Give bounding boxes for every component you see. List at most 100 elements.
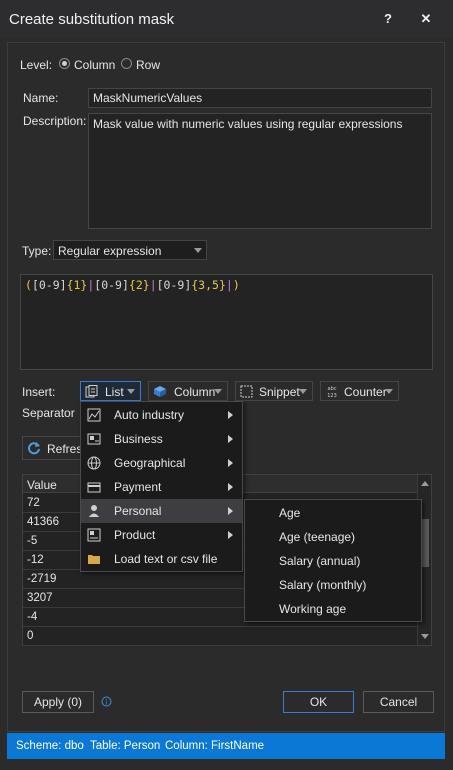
name-field[interactable]: MaskNumericValues: [88, 88, 432, 108]
description-field[interactable]: Mask value with numeric values using reg…: [88, 113, 432, 229]
help-button[interactable]: ?: [377, 9, 399, 29]
level-column-label[interactable]: Column: [74, 58, 115, 72]
chevron-right-icon: [228, 459, 233, 467]
counter-button-label: Counter: [344, 385, 387, 399]
globe-icon: [87, 456, 101, 470]
expression-token: [0-9]: [31, 278, 67, 292]
submenu-item-label: Age: [279, 506, 301, 520]
description-label: Description:: [23, 114, 87, 128]
menu-item-label: Personal: [114, 504, 162, 518]
snippet-button[interactable]: Snippet: [235, 381, 313, 401]
list-button[interactable]: List: [80, 381, 141, 401]
close-button[interactable]: ✕: [415, 9, 437, 29]
menu-item-label: Load text or csv file: [114, 552, 218, 566]
chevron-down-icon: [127, 389, 135, 394]
refresh-button[interactable]: Refresh: [22, 436, 89, 460]
apply-button[interactable]: Apply (0): [22, 691, 94, 713]
column-button-label: Column: [174, 385, 216, 399]
grid-cell-value: -5: [27, 535, 38, 547]
info-icon[interactable]: i: [101, 696, 112, 707]
grid-cell-value: 3207: [27, 592, 53, 604]
folder-icon: [88, 555, 100, 564]
refresh-icon: [28, 442, 40, 455]
submenu-item-salary-annual[interactable]: Salary (annual): [245, 549, 421, 573]
counter-button[interactable]: abc 123 Counter: [320, 381, 399, 401]
column-button[interactable]: Column: [148, 381, 228, 401]
menu-item-personal[interactable]: Personal: [81, 499, 242, 523]
submenu-item-age-teenage[interactable]: Age (teenage): [245, 525, 421, 549]
submenu-item-salary-monthly[interactable]: Salary (monthly): [245, 573, 421, 597]
menu-item-label: Product: [114, 528, 156, 542]
submenu-item-age[interactable]: Age: [245, 501, 421, 525]
level-label: Level:: [20, 58, 53, 72]
chart-icon: [87, 408, 101, 422]
grid-cell-value: -4: [27, 611, 38, 623]
expression-editor[interactable]: ([0-9]{1}|[0-9]{2}|[0-9]{3,5}|): [20, 274, 433, 370]
menu-item-load-text-or-csv-file[interactable]: Load text or csv file: [81, 547, 242, 571]
expression-token: |: [149, 278, 157, 292]
cube-icon: [154, 386, 166, 397]
type-dropdown[interactable]: Regular expression: [53, 240, 207, 260]
person-icon: [89, 505, 99, 517]
expression-token: [0-9]: [156, 278, 192, 292]
chevron-right-icon: [228, 531, 233, 539]
cancel-button[interactable]: Cancel: [363, 691, 434, 713]
menu-item-product[interactable]: Product: [81, 523, 242, 547]
expression-token: |: [225, 278, 233, 292]
separator-label: Separator: [22, 406, 75, 420]
menu-item-payment[interactable]: Payment: [81, 475, 242, 499]
submenu-item-label: Salary (monthly): [279, 578, 367, 592]
list-button-label: List: [105, 385, 124, 399]
chevron-down-icon: [214, 389, 222, 394]
snippet-button-label: Snippet: [259, 385, 300, 399]
menu-item-business[interactable]: Business: [81, 427, 242, 451]
expression-token: [0-9]: [94, 278, 129, 292]
insert-label: Insert:: [22, 385, 56, 399]
scroll-up-icon[interactable]: [421, 481, 429, 486]
type-label: Type:: [22, 244, 52, 258]
submenu-item-working-age[interactable]: Working age: [245, 597, 421, 621]
chevron-right-icon: [228, 435, 233, 443]
menu-item-label: Auto industry: [114, 408, 185, 422]
snippet-icon: [240, 385, 253, 398]
level-row-label[interactable]: Row: [136, 58, 160, 72]
chevron-down-icon: [385, 389, 393, 394]
menu-item-geographical[interactable]: Geographical: [81, 451, 242, 475]
list-menu: Auto industry Business Geographical Payment…: [80, 401, 243, 572]
product-icon: [87, 528, 101, 542]
expression-text: ([0-9]{1}|[0-9]{2}|[0-9]{3,5}|): [25, 278, 240, 292]
expression-token: (: [25, 278, 32, 292]
submenu-item-label: Age (teenage): [279, 530, 356, 544]
expression-token: ): [232, 278, 240, 292]
submenu-item-label: Working age: [279, 602, 347, 616]
submenu-item-label: Salary (annual): [279, 554, 361, 568]
scroll-down-icon[interactable]: [421, 634, 429, 639]
level-column-radio[interactable]: [59, 58, 70, 69]
list-icon: [85, 385, 98, 398]
ok-button[interactable]: OK: [283, 691, 354, 713]
svg-text:abc: abc: [328, 386, 337, 392]
window-title: Create substitution mask: [9, 11, 175, 28]
status-column: Column: FirstName: [165, 740, 265, 752]
scroll-thumb[interactable]: [421, 519, 429, 567]
grid-cell-value: 72: [27, 497, 40, 509]
svg-text:123: 123: [327, 393, 337, 398]
chevron-right-icon: [228, 507, 233, 515]
chevron-right-icon: [228, 411, 233, 419]
counter-icon: abc 123: [327, 386, 337, 398]
status-table: Table: Person: [90, 740, 161, 752]
personal-submenu: Age Age (teenage) Salary (annual) Salary (m…: [244, 499, 422, 622]
grid-cell-value: 0: [27, 630, 34, 642]
menu-item-label: Business: [114, 432, 163, 446]
grid-cell-value: -2719: [27, 573, 57, 585]
card-icon: [87, 482, 101, 493]
table-row[interactable]: 0: [23, 627, 418, 646]
menu-item-label: Geographical: [114, 456, 186, 470]
level-row-radio[interactable]: [121, 58, 132, 69]
chevron-down-icon: [299, 389, 307, 394]
type-value: Regular expression: [58, 244, 162, 258]
menu-item-auto-industry[interactable]: Auto industry: [81, 403, 242, 427]
status-bar: Scheme: dbo Table: Person Column: FirstN…: [7, 733, 445, 759]
status-scheme: Scheme: dbo: [16, 740, 84, 752]
name-label: Name:: [23, 91, 59, 105]
